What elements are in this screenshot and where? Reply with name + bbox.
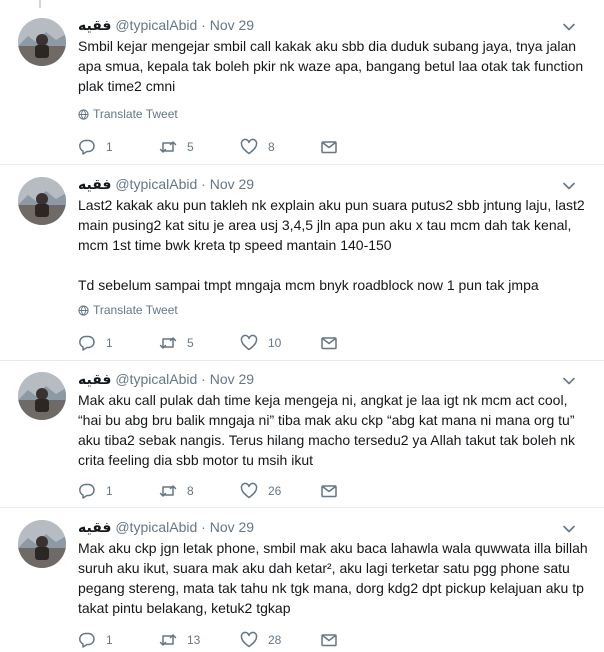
- tweet-divider: [0, 164, 604, 165]
- retweet-count: 13: [187, 633, 201, 647]
- globe-icon: [78, 109, 89, 120]
- like-button[interactable]: 10: [240, 333, 281, 353]
- reply-icon: [79, 335, 95, 351]
- tweet-text: Mak aku ckp jgn letak phone, smbil mak a…: [78, 540, 592, 616]
- tweet[interactable]: فقيه @typicalAbid · Nov 29 Smbil kejar m…: [0, 16, 604, 158]
- separator-dot: ·: [201, 176, 206, 192]
- reply-button[interactable]: 1: [78, 333, 113, 353]
- reply-count: 1: [106, 633, 113, 647]
- thread-connector: [39, 0, 41, 8]
- separator-dot: ·: [201, 371, 206, 387]
- translate-tweet-link[interactable]: Translate Tweet: [78, 106, 178, 122]
- retweet-button[interactable]: 5: [159, 333, 194, 353]
- tweet-actions: 1 8 26: [78, 481, 378, 501]
- globe-icon: [78, 305, 89, 316]
- heart-icon: [240, 482, 258, 499]
- username[interactable]: @typicalAbid: [115, 519, 197, 535]
- tweet-text: Mak aku call pulak dah time keja mengeja…: [78, 392, 579, 468]
- tweet-date[interactable]: Nov 29: [210, 176, 254, 192]
- tweet[interactable]: فقيه @typicalAbid · Nov 29 Last2 kakak a…: [0, 175, 604, 357]
- chevron-down-icon[interactable]: [562, 20, 576, 34]
- reply-button[interactable]: 1: [78, 630, 113, 650]
- tweet-divider: [0, 507, 604, 508]
- envelope-icon: [321, 485, 337, 498]
- username[interactable]: @typicalAbid: [115, 17, 197, 33]
- tweet-text: Smbil kejar mengejar smbil call kakak ak…: [78, 38, 588, 94]
- like-count: 10: [268, 336, 282, 350]
- separator-dot: ·: [201, 17, 206, 33]
- reply-count: 1: [106, 484, 113, 498]
- retweet-icon: [159, 485, 177, 497]
- heart-icon: [240, 334, 258, 351]
- tweet-header: فقيه @typicalAbid · Nov 29: [78, 518, 254, 536]
- tweet-actions: 1 13 28: [78, 630, 378, 650]
- retweet-button[interactable]: 8: [159, 481, 194, 501]
- retweet-icon: [159, 141, 177, 153]
- reply-button[interactable]: 1: [78, 137, 113, 157]
- direct-message-button[interactable]: [320, 630, 338, 650]
- envelope-icon: [321, 337, 337, 350]
- reply-icon: [79, 139, 95, 155]
- envelope-icon: [321, 141, 337, 154]
- username[interactable]: @typicalAbid: [115, 176, 197, 192]
- username[interactable]: @typicalAbid: [115, 371, 197, 387]
- tweet-date[interactable]: Nov 29: [210, 17, 254, 33]
- tweet[interactable]: فقيه @typicalAbid · Nov 29 Mak aku call …: [0, 370, 604, 502]
- like-button[interactable]: 28: [240, 630, 281, 650]
- like-button[interactable]: 26: [240, 481, 281, 501]
- reply-button[interactable]: 1: [78, 481, 113, 501]
- like-button[interactable]: 8: [240, 137, 275, 157]
- tweet-date[interactable]: Nov 29: [210, 371, 254, 387]
- chevron-down-icon[interactable]: [562, 374, 576, 388]
- display-name[interactable]: فقيه: [78, 17, 111, 33]
- display-name[interactable]: فقيه: [78, 371, 111, 387]
- avatar[interactable]: [18, 520, 66, 568]
- retweet-button[interactable]: 5: [159, 137, 194, 157]
- retweet-count: 5: [187, 140, 194, 154]
- heart-icon: [240, 631, 258, 648]
- avatar[interactable]: [18, 18, 66, 66]
- like-count: 28: [268, 633, 282, 647]
- tweet-header: فقيه @typicalAbid · Nov 29: [78, 370, 254, 388]
- tweet-text: Last2 kakak aku pun takleh nk explain ak…: [78, 197, 585, 293]
- tweet-header: فقيه @typicalAbid · Nov 29: [78, 175, 254, 193]
- display-name[interactable]: فقيه: [78, 176, 111, 192]
- like-count: 8: [268, 140, 275, 154]
- retweet-icon: [159, 337, 177, 349]
- heart-icon: [240, 138, 258, 155]
- retweet-icon: [159, 634, 177, 646]
- avatar[interactable]: [18, 372, 66, 420]
- tweet-header: فقيه @typicalAbid · Nov 29: [78, 16, 254, 34]
- like-count: 26: [268, 484, 282, 498]
- tweet-actions: 1 5 10: [78, 333, 378, 353]
- retweet-count: 8: [187, 484, 194, 498]
- avatar[interactable]: [18, 177, 66, 225]
- retweet-count: 5: [187, 336, 194, 350]
- envelope-icon: [321, 634, 337, 647]
- tweet-divider: [0, 360, 604, 361]
- direct-message-button[interactable]: [320, 481, 338, 501]
- tweet-date[interactable]: Nov 29: [210, 519, 254, 535]
- direct-message-button[interactable]: [320, 137, 338, 157]
- reply-icon: [79, 632, 95, 648]
- display-name[interactable]: فقيه: [78, 519, 111, 535]
- tweet-actions: 1 5 8: [78, 137, 378, 157]
- direct-message-button[interactable]: [320, 333, 338, 353]
- translate-tweet-link[interactable]: Translate Tweet: [78, 302, 178, 318]
- tweet[interactable]: فقيه @typicalAbid · Nov 29 Mak aku ckp j…: [0, 518, 604, 652]
- translate-label: Translate Tweet: [93, 107, 178, 121]
- reply-count: 1: [106, 140, 113, 154]
- separator-dot: ·: [201, 519, 206, 535]
- chevron-down-icon[interactable]: [562, 179, 576, 193]
- reply-icon: [79, 483, 95, 499]
- translate-label: Translate Tweet: [93, 303, 178, 317]
- chevron-down-icon[interactable]: [562, 522, 576, 536]
- reply-count: 1: [106, 336, 113, 350]
- retweet-button[interactable]: 13: [159, 630, 200, 650]
